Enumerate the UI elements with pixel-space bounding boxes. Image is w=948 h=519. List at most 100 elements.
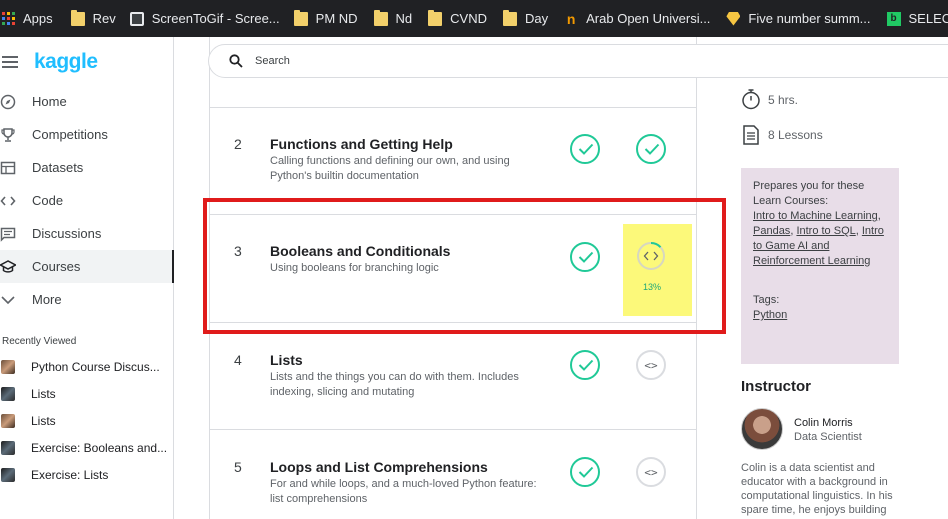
nav-item-competitions[interactable]: Competitions <box>0 118 174 151</box>
bookmark-cvnd[interactable]: CVND <box>428 5 495 33</box>
nav-item-datasets[interactable]: Datasets <box>0 151 174 184</box>
nav-label: Courses <box>32 259 81 274</box>
nav-label: Competitions <box>32 127 108 142</box>
search-icon <box>229 54 243 68</box>
course-lessons: 8 Lessons <box>768 128 823 142</box>
thumbnail-image <box>1 467 15 482</box>
bookmark-five-number[interactable]: Five number summ... <box>726 5 878 33</box>
lesson-row[interactable]: 4 Lists Lists and the things you can do … <box>210 322 696 429</box>
thumbnail-image <box>1 386 15 401</box>
bookmark-screentogif[interactable]: ScreenToGif - Scree... <box>129 5 288 33</box>
nav-item-code[interactable]: Code <box>0 184 174 217</box>
logo-row: kaggle <box>0 49 98 75</box>
bookmark-rev[interactable]: Rev <box>70 5 124 33</box>
nav-label: Code <box>32 193 64 208</box>
exercise-complete-check[interactable] <box>636 134 666 164</box>
bookmark-arab-open-university[interactable]: n Arab Open Universi... <box>564 5 718 33</box>
bookmark-label: ScreenToGif - Scree... <box>151 11 280 26</box>
lesson-title[interactable]: Loops and List Comprehensions <box>270 459 488 475</box>
bookmark-label: SELECT DISTIN <box>908 11 948 26</box>
lesson-title[interactable]: Lists <box>270 352 303 368</box>
lesson-number: 2 <box>234 136 242 152</box>
lesson-number: 4 <box>234 352 242 368</box>
recently-viewed-item[interactable]: Lists <box>0 407 172 434</box>
lesson-description: For and while loops, and a much-loved Py… <box>270 478 537 505</box>
lesson-description: Calling functions and defining our own, … <box>270 155 510 182</box>
bookmark-label: Nd <box>395 11 413 26</box>
code-icon <box>0 193 16 209</box>
bookmark-label: CVND <box>450 11 488 26</box>
annotation-highlight-box <box>203 198 726 334</box>
recently-viewed-item[interactable]: Exercise: Lists <box>0 461 172 488</box>
prepares-links: Intro to Machine Learning, Pandas, Intro… <box>753 210 884 267</box>
tutorial-complete-check[interactable] <box>570 457 600 487</box>
exercise-code-icon[interactable]: <> <box>636 350 666 380</box>
lesson-description: Lists and the things you can do with the… <box>270 371 519 398</box>
nav-label: Datasets <box>32 160 84 175</box>
recently-viewed-label: Exercise: Lists <box>31 467 109 482</box>
tag-link[interactable]: Python <box>753 309 787 321</box>
nav-label: More <box>32 292 62 307</box>
bookmark-label: Arab Open Universi... <box>586 11 711 26</box>
nav-item-courses[interactable]: Courses <box>0 250 174 283</box>
nav-item-home[interactable]: Home <box>0 85 174 118</box>
gem-icon <box>726 11 741 26</box>
bookmark-pm-nd[interactable]: PM ND <box>293 5 366 33</box>
lessons-count-text: 8 Lessons <box>768 128 823 142</box>
bookmark-label: Apps <box>23 11 53 26</box>
thumbnail-image <box>1 359 15 374</box>
nav-item-discussions[interactable]: Discussions <box>0 217 174 250</box>
duration-text: 5 hrs. <box>768 93 799 107</box>
bookmark-label: Rev <box>92 11 116 26</box>
folder-icon <box>293 9 308 26</box>
exercise-code-icon[interactable]: <> <box>636 457 666 487</box>
table-icon <box>0 160 16 176</box>
course-link[interactable]: Intro to Machine Learning <box>753 210 878 222</box>
graduation-cap-icon <box>0 259 16 275</box>
apps-grid-icon <box>2 12 15 25</box>
select-icon: b <box>886 11 901 26</box>
stopwatch-icon <box>741 88 761 115</box>
nav-item-more[interactable]: More <box>0 283 174 316</box>
kaggle-logo[interactable]: kaggle <box>34 50 98 74</box>
thumbnail-image <box>1 413 15 428</box>
folder-icon <box>373 9 388 26</box>
instructor-role: Data Scientist <box>794 431 862 443</box>
recently-viewed-list: Python Course Discus... Lists Lists Exer… <box>0 353 172 488</box>
left-sidebar: kaggle Home Competitions Datasets Code D… <box>0 37 174 519</box>
main-nav: Home Competitions Datasets Code Discussi… <box>0 85 174 316</box>
arab-open-university-icon: n <box>566 10 576 27</box>
compass-icon <box>0 94 16 110</box>
course-duration: 5 hrs. <box>768 93 798 107</box>
recently-viewed-item[interactable]: Lists <box>0 380 172 407</box>
folder-icon <box>70 9 85 26</box>
trophy-icon <box>0 127 16 143</box>
recently-viewed-label: Exercise: Booleans and... <box>31 440 168 455</box>
document-icon <box>741 123 761 152</box>
course-link[interactable]: Intro to SQL <box>796 225 855 237</box>
folder-icon <box>503 9 518 26</box>
screen-icon <box>129 11 144 26</box>
instructor-bio: Colin is a data scientist and educator w… <box>741 462 893 516</box>
bookmark-day[interactable]: Day <box>503 5 556 33</box>
search-input[interactable] <box>255 55 655 67</box>
bookmark-apps[interactable]: Apps <box>2 5 61 33</box>
thumbnail-image <box>1 440 15 455</box>
bookmark-nd[interactable]: Nd <box>373 5 421 33</box>
menu-icon[interactable] <box>2 56 18 68</box>
recently-viewed-label: Lists <box>31 386 56 401</box>
lesson-title[interactable]: Functions and Getting Help <box>270 136 453 152</box>
prepares-card: Prepares you for these Learn Courses: In… <box>741 168 899 364</box>
recently-viewed-item[interactable]: Python Course Discus... <box>0 353 172 380</box>
instructor-name[interactable]: Colin Morris <box>794 417 853 429</box>
nav-label: Discussions <box>32 226 102 241</box>
bookmark-select-distinct[interactable]: b SELECT DISTIN <box>886 5 948 33</box>
recently-viewed-item[interactable]: Exercise: Booleans and... <box>0 434 172 461</box>
lesson-row[interactable]: 5 Loops and List Comprehensions For and … <box>210 429 696 519</box>
tags-label: Tags: <box>753 294 780 306</box>
tutorial-complete-check[interactable] <box>570 350 600 380</box>
avatar[interactable] <box>741 408 783 450</box>
tutorial-complete-check[interactable] <box>570 134 600 164</box>
course-link[interactable]: Pandas <box>753 225 790 237</box>
recently-viewed-label: Lists <box>31 413 56 428</box>
